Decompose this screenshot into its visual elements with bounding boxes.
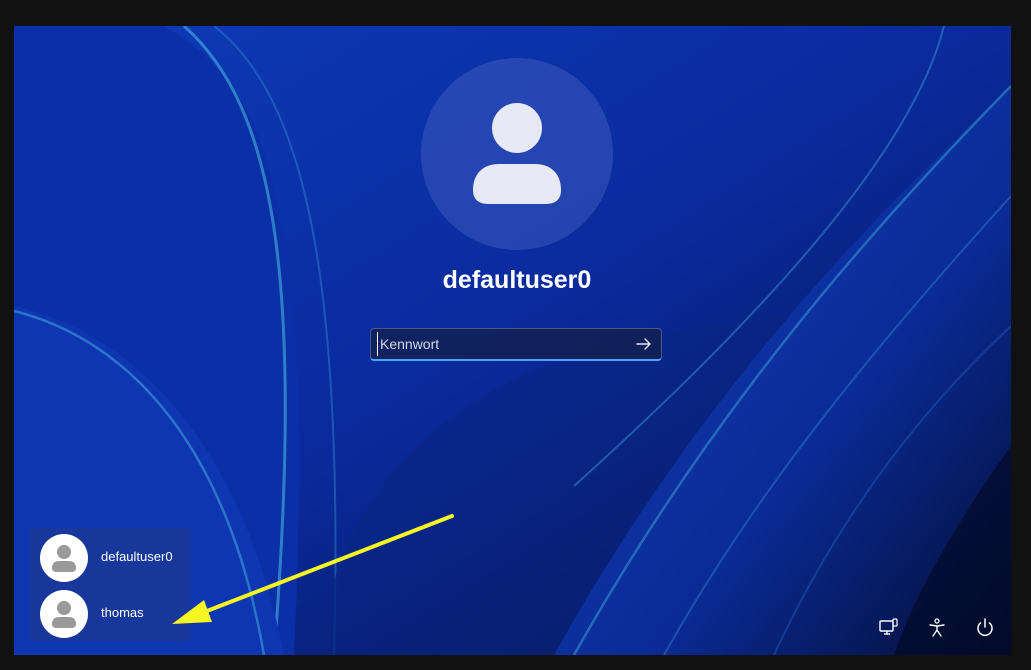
avatar <box>40 534 88 582</box>
power-icon[interactable] <box>972 615 998 641</box>
user-list-item-thomas[interactable]: thomas <box>29 586 191 641</box>
password-input[interactable] <box>377 332 622 356</box>
user-list-item-label: thomas <box>101 605 144 620</box>
user-switch-list: defaultuser0 thomas <box>29 528 191 641</box>
user-silhouette-icon <box>52 601 76 628</box>
user-silhouette-icon <box>473 103 561 204</box>
arrow-right-icon[interactable] <box>633 333 655 355</box>
user-list-item-label: defaultuser0 <box>101 549 173 564</box>
avatar <box>40 590 88 638</box>
accessibility-icon[interactable] <box>924 615 950 641</box>
user-avatar-large <box>421 58 613 250</box>
password-field-container[interactable] <box>370 328 662 361</box>
login-username: defaultuser0 <box>442 266 592 294</box>
user-list-item-defaultuser0[interactable]: defaultuser0 <box>29 530 191 585</box>
login-screen: defaultuser0 defaultuser0 thomas <box>14 26 1011 655</box>
user-silhouette-icon <box>52 545 76 572</box>
screenshot-frame: defaultuser0 defaultuser0 thomas <box>0 0 1031 670</box>
network-icon[interactable] <box>875 615 901 641</box>
